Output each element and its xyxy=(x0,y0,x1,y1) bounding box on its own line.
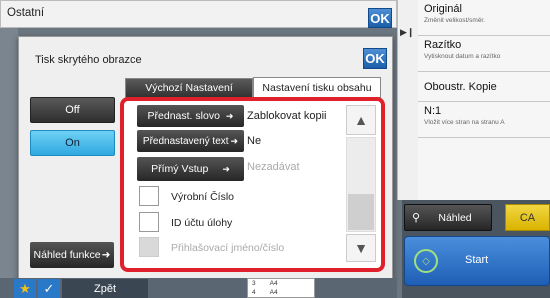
top-title: Ostatní xyxy=(7,7,45,19)
direct-input-button[interactable]: Přímý Vstup ➜ xyxy=(137,157,244,181)
right-item-subtitle: Vytisknout datum a razítko xyxy=(424,53,501,60)
scrollbar-thumb[interactable] xyxy=(348,194,374,230)
right-item-subtitle: Vložit více stran na stranu A xyxy=(424,119,505,126)
function-preview-button[interactable]: Náhled funkce ➜ xyxy=(30,242,114,268)
scroll-up-icon: ▲ xyxy=(354,112,368,128)
back-button[interactable]: Zpět xyxy=(62,279,148,298)
scrollbar-track[interactable] xyxy=(346,137,376,232)
arrow-right-icon: ➜ xyxy=(222,163,230,174)
preview-button[interactable]: ⚲ Náhled xyxy=(404,204,492,231)
right-item-n-up[interactable]: N:1 Vložit více stran na stranu A xyxy=(418,102,550,138)
scroll-down-button[interactable]: ▼ xyxy=(346,234,376,262)
preset-text-label: Přednastavený text xyxy=(142,135,229,147)
login-name-label: Přihlašovací jméno/číslo xyxy=(171,242,285,254)
right-item-subtitle: Změnit velikost/směr. xyxy=(424,17,486,24)
scroll-down-icon: ▼ xyxy=(354,240,368,256)
start-button[interactable]: ◇ Start xyxy=(404,236,550,286)
arrow-right-icon: ➜ xyxy=(230,135,239,146)
tray-number: 3 xyxy=(252,280,256,287)
top-bar: Ostatní xyxy=(0,0,397,28)
clear-all-button[interactable]: CA xyxy=(505,204,550,231)
start-icon: ◇ xyxy=(414,249,438,273)
right-item-original[interactable]: Originál Změnit velikost/směr. xyxy=(418,0,550,36)
job-account-id-label: ID účtu úlohy xyxy=(171,217,233,229)
serial-number-label: Výrobní Číslo xyxy=(171,191,235,203)
tray-indicator: 3 A4 4 A4 xyxy=(247,278,315,298)
scroll-up-button[interactable]: ▲ xyxy=(346,105,376,135)
preset-text-button[interactable]: Přednastavený text ➜ xyxy=(137,130,244,152)
tray-number: 4 xyxy=(252,289,256,296)
collapse-arrow-icon[interactable]: ▶❙ xyxy=(400,27,414,38)
right-item-duplex[interactable]: Oboustr. Kopie xyxy=(418,72,550,102)
arrow-right-icon: ➜ xyxy=(225,110,234,121)
job-account-id-checkbox[interactable] xyxy=(139,212,159,232)
right-item-title: Oboustr. Kopie xyxy=(424,81,497,93)
function-preview-label: Náhled funkce xyxy=(33,249,101,261)
login-name-checkbox xyxy=(139,237,159,257)
right-item-title: Razítko xyxy=(424,39,462,51)
start-label: Start xyxy=(465,254,489,266)
left-edge-strip xyxy=(0,28,18,278)
preset-text-value: Ne xyxy=(247,135,262,147)
top-ok-button[interactable]: OK xyxy=(368,8,392,28)
right-item-stamp[interactable]: Razítko Vytisknout datum a razítko xyxy=(418,36,550,72)
dialog-title: Tisk skrytého obrazce xyxy=(35,54,142,66)
checkmark-icon[interactable]: ✓ xyxy=(38,279,60,298)
direct-input-value: Nezadávat xyxy=(247,161,300,173)
dialog-ok-button[interactable]: OK xyxy=(363,48,387,69)
tray-size: A4 xyxy=(269,280,278,287)
preview-label: Náhled xyxy=(438,211,472,224)
on-button[interactable]: On xyxy=(30,130,115,156)
right-panel-empty xyxy=(418,138,550,200)
off-button[interactable]: Off xyxy=(30,97,115,123)
preset-word-label: Přednast. slovo xyxy=(147,110,220,122)
direct-input-label: Přímý Vstup xyxy=(151,163,209,175)
tray-size: A4 xyxy=(269,289,278,296)
preset-word-value: Zablokovat kopii xyxy=(247,110,327,122)
tab-print-content-settings[interactable]: Nastavení tisku obsahu xyxy=(253,77,381,98)
right-item-title: N:1 xyxy=(424,105,442,117)
right-item-title: Originál xyxy=(424,3,462,15)
preview-magnifier-icon: ⚲ xyxy=(412,212,421,224)
serial-number-checkbox[interactable] xyxy=(139,186,159,206)
preset-word-button[interactable]: Přednast. slovo ➜ xyxy=(137,105,244,127)
arrow-right-icon: ➜ xyxy=(101,249,111,261)
favorite-star-icon[interactable]: ★ xyxy=(14,279,36,298)
tab-default-settings[interactable]: Výchozí Nastavení xyxy=(125,78,253,98)
